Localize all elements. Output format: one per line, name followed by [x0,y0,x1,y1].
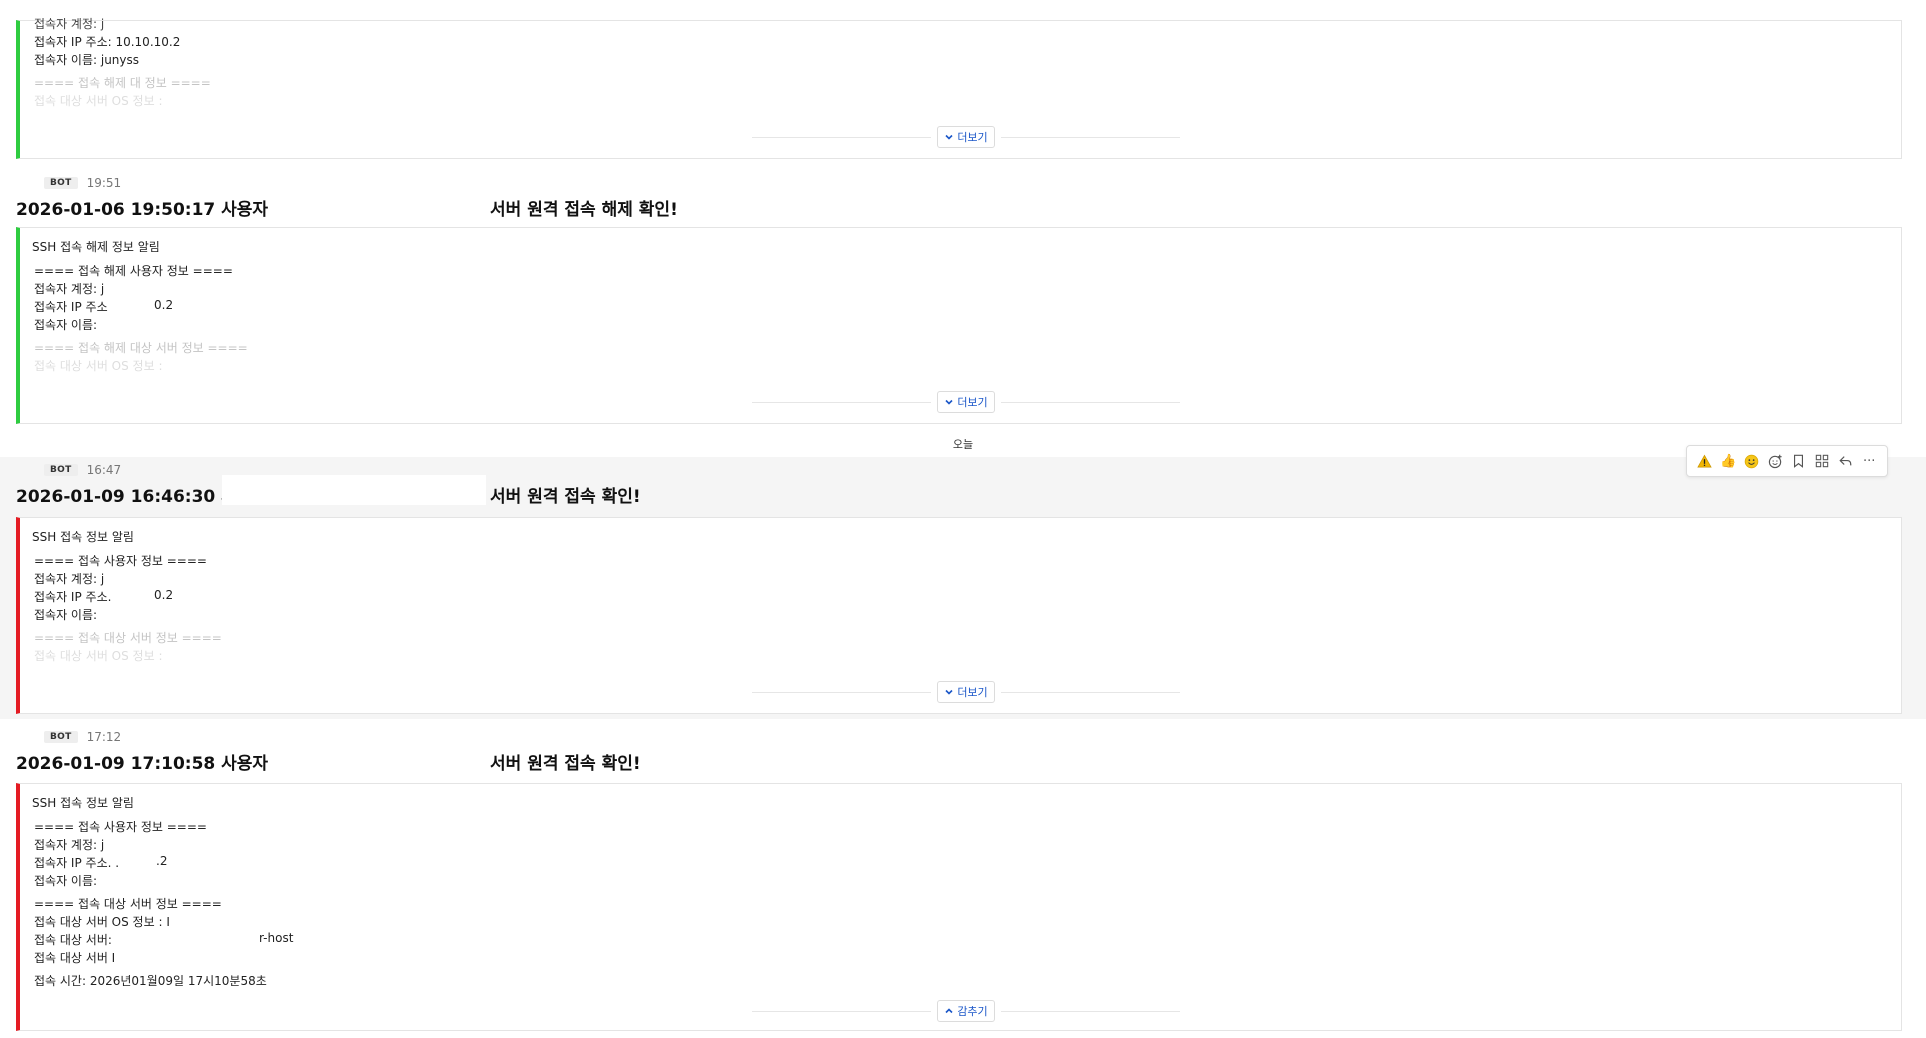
card-header: SSH 접속 정보 알림 [32,796,134,810]
card-line: ==== 접속 대상 서버 정보 ==== [34,631,222,645]
message-meta: BOT 17:12 [44,727,121,747]
chevron-down-icon [945,689,953,695]
divider [1000,1010,1180,1012]
card-line: 접속 대상 서버 OS 정보 : [34,359,163,373]
show-less-label: 감추기 [957,1005,988,1018]
card-line: 접속자 계정: j [34,838,105,852]
divider [752,136,932,138]
smile-icon[interactable] [1743,452,1761,470]
message-time: 16:47 [86,463,122,477]
show-more-button[interactable]: 더보기 [937,681,995,703]
card-line: 접속자 IP 주소. [34,590,112,604]
redaction-block [222,475,486,505]
card-line: 접속자 IP 주소. . [34,856,120,870]
divider [752,1010,932,1012]
card-line: ==== 접속 사용자 정보 ==== [34,820,207,834]
card-line: 접속자 이름: [34,874,98,888]
card-line: 접속자 이름: junyss [34,53,140,67]
message-0: 접속자 계정: j 접속자 IP 주소: 10.10.10.2 접속자 이름: … [0,0,1926,165]
date-divider: 오늘 [0,432,1926,456]
warning-icon[interactable] [1696,452,1714,470]
date-label: 오늘 [944,436,982,452]
divider [752,401,932,403]
divider [1000,691,1180,693]
reply-icon[interactable] [1837,452,1855,470]
card-header: SSH 접속 정보 알림 [32,530,134,544]
message-2[interactable]: BOT 16:47 2026-01-09 16:46:30 사용자 서버 원격 … [0,457,1926,719]
title-timestamp-user: 2026-01-06 19:50:17 사용자 [16,199,269,220]
divider [1000,136,1180,138]
divider [752,691,932,693]
card-line: ==== 접속 대상 서버 정보 ==== [34,897,222,911]
more-toggle-row: 더보기 [752,681,1180,703]
chevron-down-icon [945,134,953,140]
card-line: ==== 접속 해제 대 정보 ==== [34,76,211,90]
alert-card: SSH 접속 정보 알림 ==== 접속 사용자 정보 ==== 접속자 계정:… [16,783,1902,1031]
card-line: 0.2 [154,298,174,312]
card-line: 접속자 계정: j [34,282,105,296]
thumbs-up-icon[interactable]: 👍 [1719,452,1737,470]
card-line: 접속 대상 서버 OS 정보 : [34,649,163,663]
card-line: 접속자 계정: j [34,572,105,586]
show-more-label: 더보기 [957,131,988,144]
card-line: 접속자 이름: [34,608,98,622]
card-header: SSH 접속 해제 정보 알림 [32,240,160,254]
alert-card: SSH 접속 해제 정보 알림 ==== 접속 해제 사용자 정보 ==== 접… [16,227,1902,424]
title-text: 서버 원격 접속 해제 확인! [490,199,678,220]
card-line: 접속 대상 서버 OS 정보 : I [34,915,170,929]
more-toggle-row: 더보기 [752,391,1180,413]
message-time: 17:12 [86,730,122,744]
card-line: 접속 시간: 2026년01월09일 17시10분58초 [34,974,267,988]
bot-badge: BOT [44,177,78,189]
bot-badge: BOT [44,731,78,743]
bookmark-icon[interactable] [1790,452,1808,470]
card-line: ==== 접속 해제 사용자 정보 ==== [34,264,233,278]
show-more-button[interactable]: 더보기 [937,391,995,413]
show-more-label: 더보기 [957,396,988,409]
show-less-button[interactable]: 감추기 [937,1000,995,1022]
card-line: 접속자 이름: [34,318,98,332]
card-line: 접속 대상 서버: [34,933,112,947]
divider [1000,401,1180,403]
message-meta: BOT 19:51 [44,173,121,193]
more-toggle-row: 더보기 [752,126,1180,148]
card-line: 0.2 [154,588,174,602]
card-line: .2 [156,854,168,868]
message-title: 2026-01-09 17:10:58 사용자 서버 원격 접속 확인! [16,746,916,776]
chevron-up-icon [945,1008,953,1014]
card-line: 접속자 계정: j [34,17,105,31]
bot-badge: BOT [44,464,78,476]
alert-card: 접속자 계정: j 접속자 IP 주소: 10.10.10.2 접속자 이름: … [16,17,1902,159]
more-icon[interactable]: ··· [1860,452,1878,470]
show-more-button[interactable]: 더보기 [937,126,995,148]
card-line: 접속자 IP 주소 [34,300,108,314]
message-action-toolbar: 👍 ··· [1686,445,1888,477]
alert-card: SSH 접속 정보 알림 ==== 접속 사용자 정보 ==== 접속자 계정:… [16,517,1902,714]
title-text: 서버 원격 접속 확인! [490,753,641,774]
show-more-label: 더보기 [957,686,988,699]
message-1: BOT 19:51 2026-01-06 19:50:17 사용자 서버 원격 … [0,170,1926,430]
add-reaction-icon[interactable] [1766,452,1784,470]
title-text: 서버 원격 접속 확인! [490,486,641,507]
message-meta: BOT 16:47 [44,460,121,480]
message-title: 2026-01-06 19:50:17 사용자 서버 원격 접속 해제 확인! [16,192,916,222]
apps-icon[interactable] [1813,452,1831,470]
message-time: 19:51 [86,176,122,190]
message-3: BOT 17:12 2026-01-09 17:10:58 사용자 서버 원격 … [0,724,1926,1038]
card-line: 접속자 IP 주소: 10.10.10.2 [34,35,181,49]
chevron-down-icon [945,399,953,405]
card-line: 접속 대상 서버 OS 정보 : [34,94,163,108]
title-timestamp-user: 2026-01-09 17:10:58 사용자 [16,753,269,774]
card-line: ==== 접속 사용자 정보 ==== [34,554,207,568]
card-line: ==== 접속 해제 대상 서버 정보 ==== [34,341,248,355]
card-line: r-host [259,931,294,945]
less-toggle-row: 감추기 [752,1000,1180,1022]
card-line: 접속 대상 서버 I [34,951,116,965]
